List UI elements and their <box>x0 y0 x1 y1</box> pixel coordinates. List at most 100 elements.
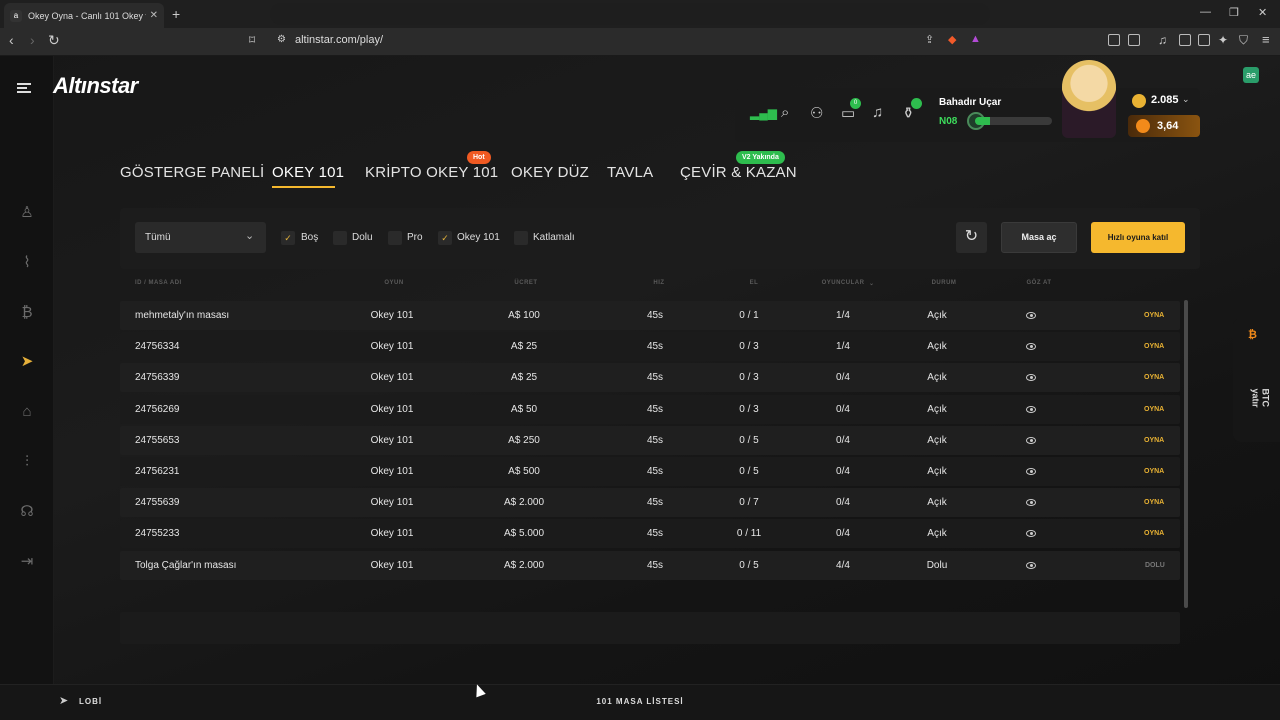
settings-sliders-icon[interactable]: ⫶ <box>17 452 37 472</box>
play-button[interactable]: OYNA <box>1144 374 1164 381</box>
close-tab-icon[interactable]: ✕ <box>150 10 158 21</box>
checkbox-bos[interactable]: ✓ <box>281 231 295 245</box>
lobby-navigation-icon[interactable]: ➤ <box>59 694 68 707</box>
url-text[interactable]: altinstar.com/play/ <box>295 34 383 46</box>
checkbox-label-pro[interactable]: Pro <box>407 232 423 243</box>
status-cell: Açık <box>927 435 947 446</box>
new-tab-icon[interactable]: + <box>172 6 180 22</box>
brave-shield-icon[interactable]: ◆ <box>948 33 956 46</box>
ae-extension-icon[interactable]: ae <box>1243 67 1259 83</box>
view-eye-icon[interactable] <box>1026 374 1036 381</box>
play-navigation-icon[interactable]: ➤ <box>17 352 37 372</box>
altinstar-logo[interactable]: Altınstar <box>53 73 138 99</box>
user-level: N08 <box>939 116 958 127</box>
username[interactable]: Bahadır Uçar <box>939 97 1001 108</box>
forward-icon[interactable]: › <box>30 32 35 48</box>
profile-icon[interactable]: ♙ <box>17 203 37 223</box>
friends-icon[interactable]: ⚇ <box>810 104 823 122</box>
tab-okey-duz[interactable]: OKEY DÜZ <box>511 164 589 181</box>
checkbox-katlamali[interactable] <box>514 231 528 245</box>
checkbox-okey-101[interactable]: ✓ <box>438 231 452 245</box>
sidebar-toggle-icon[interactable] <box>1179 34 1191 46</box>
tab-kripto-okey-101[interactable]: KRİPTO OKEY 101 <box>365 164 498 181</box>
extensions-icon[interactable] <box>1108 34 1120 46</box>
address-bar[interactable] <box>270 3 990 25</box>
music-icon[interactable]: ♫ <box>872 104 883 121</box>
quick-join-button[interactable]: Hızlı oyuna katıl <box>1091 222 1185 253</box>
vpn-shield-icon[interactable]: ⛉ <box>1239 33 1248 48</box>
leo-ai-icon[interactable]: ✦ <box>1218 33 1228 47</box>
support-headset-icon[interactable]: ☊ <box>17 502 37 522</box>
view-eye-icon[interactable] <box>1026 499 1036 506</box>
wallet-icon[interactable] <box>1198 34 1210 46</box>
avatar[interactable] <box>1062 60 1116 138</box>
checkbox-label-katlamali[interactable]: Katlamalı <box>533 232 575 243</box>
v2-yakinda-badge: V2 Yakında <box>736 151 785 164</box>
header-players[interactable]: OYUNCULAR <box>822 280 865 286</box>
site-settings-icon[interactable]: ⚙ <box>277 34 286 45</box>
view-eye-icon[interactable] <box>1026 406 1036 413</box>
play-button[interactable]: OYNA <box>1144 530 1164 537</box>
header-game: OYUN <box>384 280 404 286</box>
tab-cevir-kazan[interactable]: ÇEVİR & KAZAN <box>680 164 797 181</box>
notification-dot <box>911 98 922 109</box>
players-cell: 0/4 <box>836 497 850 508</box>
stats-icon[interactable]: ⌇ <box>17 253 37 273</box>
media-icon[interactable]: ♫ <box>1158 33 1167 47</box>
tab-gosterge-paneli[interactable]: GÖSTERGE PANELİ <box>120 164 264 181</box>
view-eye-icon[interactable] <box>1026 562 1036 569</box>
checkbox-label-bos[interactable]: Boş <box>301 232 318 243</box>
browser-tab[interactable]: a Okey Oyna - Canlı 101 Okey ve ✕ <box>4 3 164 28</box>
hot-badge: Hot <box>467 151 491 164</box>
refresh-button[interactable]: ↻ <box>956 222 987 253</box>
players-cell: 0/4 <box>836 435 850 446</box>
reload-icon[interactable]: ↻ <box>48 32 60 49</box>
create-table-button[interactable]: Masa aç <box>1001 222 1077 253</box>
play-button[interactable]: OYNA <box>1144 343 1164 350</box>
back-icon[interactable]: ‹ <box>9 32 14 48</box>
bitcoin-icon[interactable]: ₿ <box>17 303 37 323</box>
view-eye-icon[interactable] <box>1026 530 1036 537</box>
rewards-icon[interactable]: ▲ <box>970 33 981 45</box>
play-button[interactable]: OYNA <box>1144 499 1164 506</box>
checkbox-pro[interactable] <box>388 231 402 245</box>
view-eye-icon[interactable] <box>1026 312 1036 319</box>
table-name: 24755639 <box>135 497 180 508</box>
header-hand[interactable]: EL <box>750 280 759 286</box>
logout-icon[interactable]: ⇥ <box>17 552 37 572</box>
table-scrollbar[interactable] <box>1184 300 1188 608</box>
btc-coin-icon <box>1136 119 1150 133</box>
game-cell: Okey 101 <box>370 310 414 321</box>
view-eye-icon[interactable] <box>1026 437 1036 444</box>
speed-cell: 45s <box>646 404 664 415</box>
chevron-down-icon[interactable]: ⌄ <box>1182 94 1190 105</box>
game-cell: Okey 101 <box>370 341 414 352</box>
view-eye-icon[interactable] <box>1026 468 1036 475</box>
lobby-link[interactable]: LOBİ <box>79 697 102 706</box>
tag-icon[interactable]: ⌂ <box>17 402 37 422</box>
play-button[interactable]: OYNA <box>1144 406 1164 413</box>
checkbox-dolu[interactable] <box>333 231 347 245</box>
menu-icon[interactable]: ≡ <box>1262 32 1270 47</box>
fee-cell: A$ 2.000 <box>503 560 545 571</box>
screenshot-icon[interactable] <box>1128 34 1140 46</box>
checkbox-label-okey-101[interactable]: Okey 101 <box>457 232 500 243</box>
tab-okey-101[interactable]: OKEY 101 <box>272 164 344 181</box>
play-button[interactable]: OYNA <box>1144 437 1164 444</box>
view-eye-icon[interactable] <box>1026 343 1036 350</box>
minimize-icon[interactable]: — <box>1200 6 1211 18</box>
bookmark-icon[interactable]: ⌑ <box>249 33 255 47</box>
search-icon[interactable]: ⌕ <box>781 104 789 121</box>
close-window-icon[interactable]: ✕ <box>1258 6 1267 19</box>
players-cell: 0/4 <box>836 466 850 477</box>
hamburger-menu-icon[interactable] <box>17 83 31 93</box>
btc-deposit-label[interactable]: BTC yatır <box>1251 389 1271 428</box>
checkbox-label-dolu[interactable]: Dolu <box>352 232 373 243</box>
play-button[interactable]: OYNA <box>1144 312 1164 319</box>
restore-icon[interactable]: ❐ <box>1229 6 1239 19</box>
status-cell: Açık <box>927 528 947 539</box>
play-button[interactable]: OYNA <box>1144 468 1164 475</box>
share-icon[interactable]: ⇪ <box>925 33 934 46</box>
tab-tavla[interactable]: TAVLA <box>607 164 653 181</box>
sort-chevron-icon[interactable]: ⌄ <box>869 280 875 287</box>
